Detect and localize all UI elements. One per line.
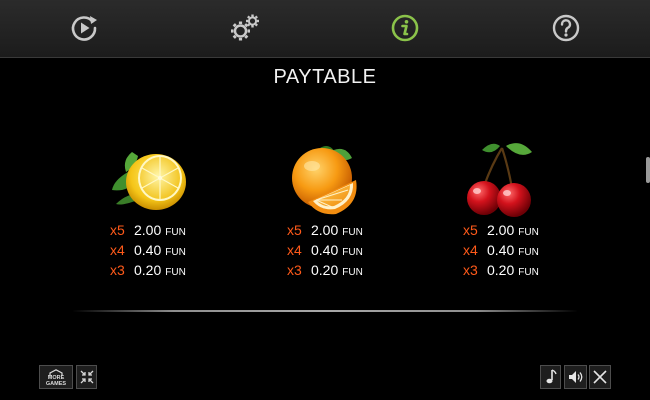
payout-multiplier: x5: [463, 222, 478, 238]
fullscreen-icon: [80, 370, 93, 384]
payout-row: x4 0.40 FUN: [110, 240, 186, 260]
lemon-icon: [112, 152, 186, 210]
more-games-label-line2: GAMES: [45, 381, 67, 387]
sound-icon: [568, 371, 582, 383]
payout-row: x5 2.00 FUN: [110, 220, 186, 240]
lemon-payouts: x5 2.00 FUN x4 0.40 FUN x3 0.20 FUN: [110, 220, 186, 280]
payout-amount: 0.20: [487, 262, 515, 278]
payout-row: x4 0.40 FUN: [463, 240, 539, 260]
close-button[interactable]: [589, 365, 611, 389]
payout-amount: 0.20: [311, 262, 339, 278]
paytable-title: PAYTABLE: [273, 66, 377, 88]
payout-multiplier: x5: [287, 222, 302, 238]
info-button[interactable]: [387, 10, 423, 46]
payout-currency: FUN: [165, 247, 186, 258]
orange-icon: [292, 146, 357, 215]
payout-multiplier: x3: [463, 262, 478, 278]
payout-amount: 2.00: [487, 222, 515, 238]
music-icon: [546, 369, 557, 384]
symbol-cherry: x5 2.00 FUN x4 0.40 FUN x3 0.20 FUN: [462, 140, 592, 290]
payout-multiplier: x4: [110, 242, 125, 258]
symbol-orange: x5 2.00 FUN x4 0.40 FUN x3 0.20 FUN: [286, 140, 416, 290]
section-divider: [72, 310, 578, 312]
payout-multiplier: x4: [287, 242, 302, 258]
paytable-screen: PAYTABLE x5 2.00 FUN x4 0.40 FUN x3 0.20…: [0, 0, 650, 400]
music-button[interactable]: [540, 365, 561, 389]
payout-amount: 0.40: [311, 242, 339, 258]
cherry-icon: [467, 143, 532, 217]
payout-row: x3 0.20 FUN: [110, 260, 186, 280]
payout-amount: 0.40: [487, 242, 515, 258]
payout-row: x3 0.20 FUN: [463, 260, 539, 280]
payout-currency: FUN: [342, 267, 363, 278]
info-icon: [391, 14, 419, 42]
payout-currency: FUN: [342, 247, 363, 258]
top-toolbar: [0, 0, 650, 58]
payout-currency: FUN: [518, 267, 539, 278]
more-games-label: MORE GAMES: [40, 375, 72, 387]
help-button[interactable]: [548, 10, 584, 46]
fullscreen-button[interactable]: [76, 365, 97, 389]
close-icon: [593, 370, 607, 384]
payout-currency: FUN: [518, 227, 539, 238]
payout-row: x5 2.00 FUN: [287, 220, 363, 240]
payout-amount: 2.00: [134, 222, 162, 238]
payout-multiplier: x5: [110, 222, 125, 238]
payout-currency: FUN: [342, 227, 363, 238]
autoplay-icon: [71, 16, 97, 41]
cherry-payouts: x5 2.00 FUN x4 0.40 FUN x3 0.20 FUN: [463, 220, 539, 280]
help-icon: [552, 14, 580, 42]
settings-button[interactable]: [227, 10, 263, 46]
payout-multiplier: x4: [463, 242, 478, 258]
payout-currency: FUN: [165, 227, 186, 238]
more-games-button[interactable]: MORE GAMES: [39, 365, 73, 389]
payout-currency: FUN: [518, 247, 539, 258]
payout-multiplier: x3: [110, 262, 125, 278]
sound-button[interactable]: [564, 365, 587, 389]
payout-currency: FUN: [165, 267, 186, 278]
payout-row: x4 0.40 FUN: [287, 240, 363, 260]
payout-row: x5 2.00 FUN: [463, 220, 539, 240]
payout-row: x3 0.20 FUN: [287, 260, 363, 280]
settings-gears-icon: [231, 14, 259, 41]
payout-multiplier: x3: [287, 262, 302, 278]
payout-amount: 0.40: [134, 242, 162, 258]
symbol-lemon: x5 2.00 FUN x4 0.40 FUN x3 0.20 FUN: [108, 140, 238, 290]
payout-amount: 2.00: [311, 222, 339, 238]
scrollbar-handle[interactable]: [646, 157, 650, 183]
autoplay-button[interactable]: [66, 10, 102, 46]
payout-amount: 0.20: [134, 262, 162, 278]
orange-payouts: x5 2.00 FUN x4 0.40 FUN x3 0.20 FUN: [287, 220, 363, 280]
